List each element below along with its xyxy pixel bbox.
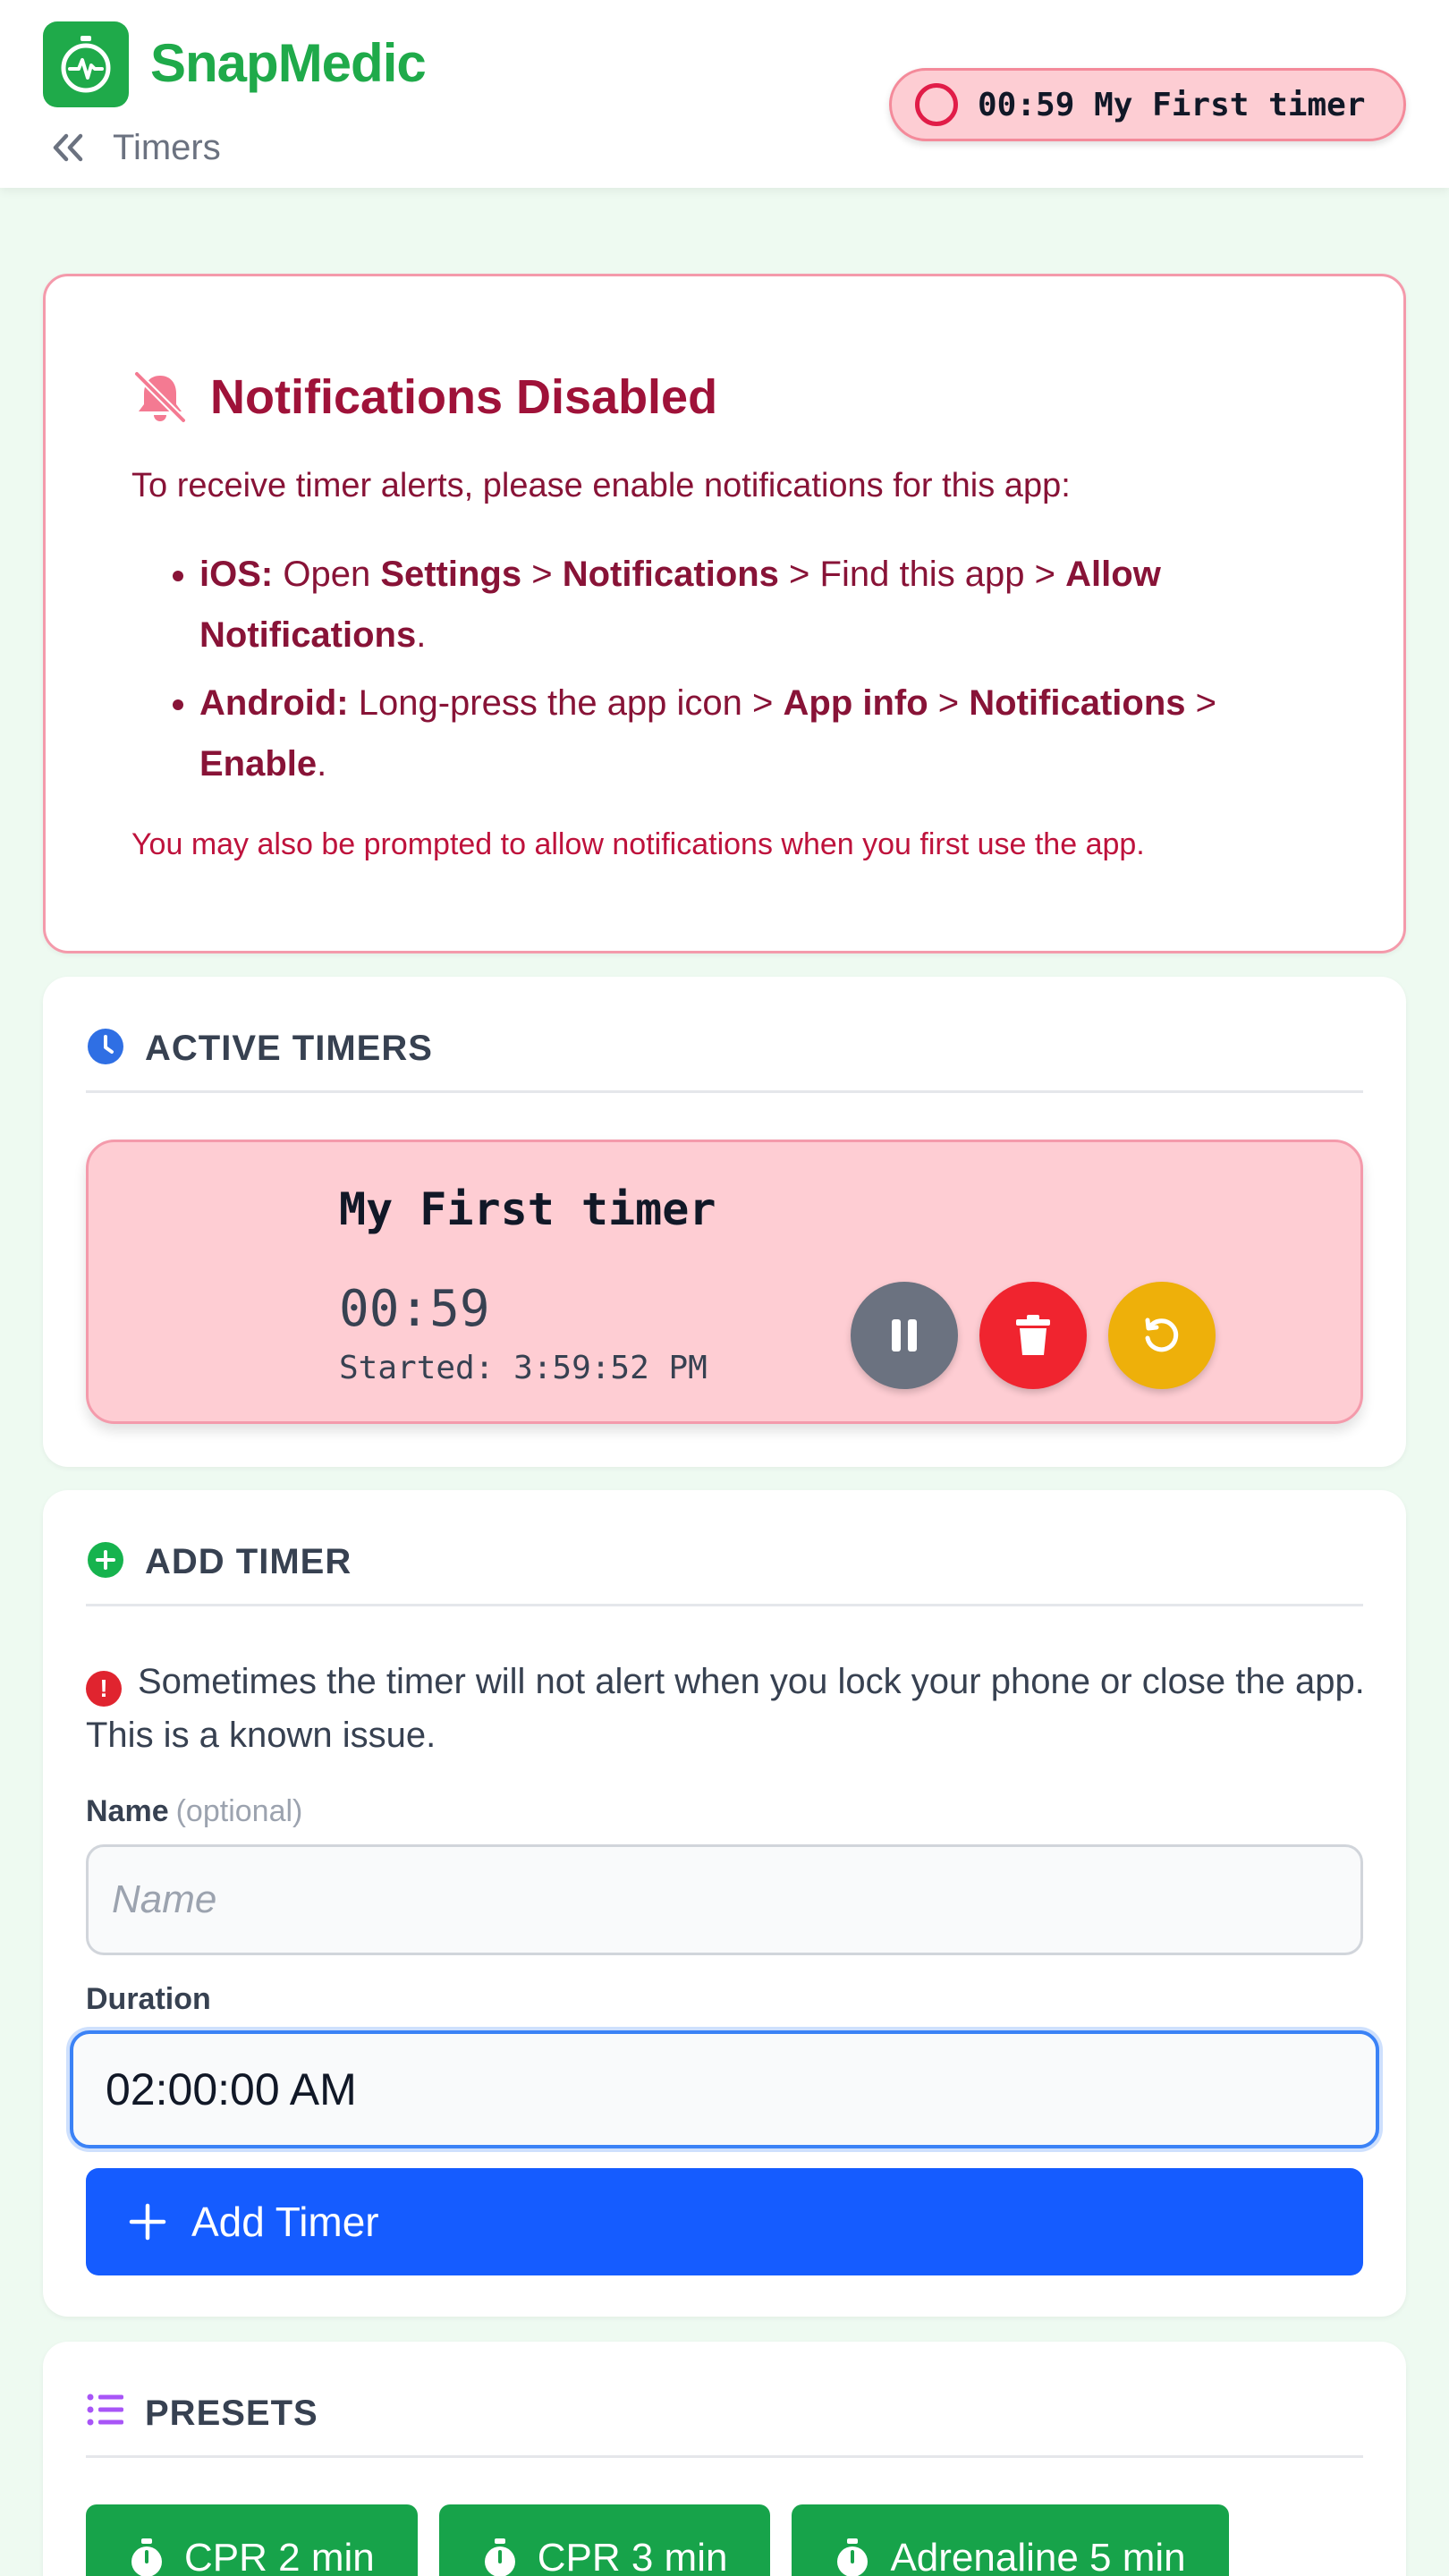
bell-slash-icon [133, 370, 187, 424]
preset-button[interactable]: Adrenaline 5 min [792, 2504, 1229, 2576]
duration-input[interactable]: 02:00:00 AM [70, 2030, 1379, 2148]
stopwatch-icon [484, 2538, 515, 2576]
alert-note: You may also be prompted to allow notifi… [131, 827, 1145, 861]
back-link[interactable]: Timers [50, 125, 221, 170]
back-link-label: Timers [113, 127, 221, 167]
trash-icon [1016, 1315, 1050, 1355]
name-label: Name (optional) [86, 1794, 303, 1828]
stopwatch-heartbeat-icon [61, 36, 111, 93]
alert-title: Notifications Disabled [210, 370, 718, 424]
plus-icon [129, 2203, 166, 2241]
plus-circle-icon [88, 1542, 123, 1578]
active-timers-header: ACTIVE TIMERS [86, 1027, 1363, 1093]
known-issue-warning: ! Sometimes the timer will not alert when… [86, 1655, 1374, 1762]
pill-name: My First timer [1094, 86, 1366, 123]
section-title: ACTIVE TIMERS [145, 1029, 433, 1068]
add-timer-section: ADD TIMER ! Sometimes the timer will not … [43, 1490, 1406, 2317]
app-name: SnapMedic [150, 33, 427, 93]
clock-icon [88, 1029, 123, 1064]
warning-text: Sometimes the timer will not alert when … [86, 1662, 1365, 1755]
exclamation-circle-icon: ! [86, 1671, 122, 1707]
preset-button[interactable]: CPR 3 min [438, 2504, 771, 2576]
list-icon [87, 2394, 123, 2426]
timer-started: Started: 3:59:52 PM [339, 1350, 708, 1386]
section-title: PRESETS [145, 2394, 318, 2433]
app-logo[interactable] [43, 21, 129, 107]
running-timer-pill[interactable]: 00:59 My First timer [889, 68, 1406, 141]
pause-icon [892, 1319, 917, 1352]
stopwatch-icon [131, 2538, 162, 2576]
alert-intro: To receive timer alerts, please enable n… [131, 467, 1071, 504]
double-chevron-left-icon [53, 133, 83, 162]
reset-icon [1145, 1318, 1179, 1352]
alert-heading: Notifications Disabled [131, 369, 717, 425]
active-timer-card: My First timer 00:59 Started: 3:59:52 PM [86, 1140, 1363, 1424]
android-instructions: Android: Long-press the app icon > App i… [199, 673, 1348, 794]
pause-button[interactable] [851, 1282, 958, 1389]
add-timer-button[interactable]: Add Timer [86, 2168, 1363, 2275]
timer-remaining: 00:59 [339, 1280, 490, 1338]
presets-header: PRESETS [86, 2392, 1363, 2458]
timer-progress-ring-icon [915, 83, 958, 126]
notifications-disabled-alert: Notifications Disabled To receive timer … [43, 274, 1406, 953]
preset-label: CPR 3 min [537, 2536, 728, 2576]
section-title: ADD TIMER [145, 1542, 352, 1581]
ios-instructions: iOS: Open Settings > Notifications > Fin… [199, 544, 1348, 665]
preset-button[interactable]: CPR 2 min [86, 2504, 418, 2576]
active-timers-section: ACTIVE TIMERS My First timer 00:59 Start… [43, 977, 1406, 1467]
app-header: SnapMedic Timers 00:59 My First timer [0, 0, 1449, 188]
preset-list: CPR 2 min CPR 3 min Adrenaline 5 min [86, 2504, 1229, 2576]
pill-time: 00:59 [978, 86, 1075, 123]
presets-section: PRESETS CPR 2 min CPR 3 min Adrenaline 5… [43, 2342, 1406, 2576]
instructions-list: iOS: Open Settings > Notifications > Fin… [131, 544, 1348, 794]
name-input[interactable] [86, 1844, 1363, 1955]
optional-hint: (optional) [175, 1794, 303, 1828]
add-timer-button-label: Add Timer [191, 2199, 379, 2245]
preset-label: CPR 2 min [184, 2536, 375, 2576]
timer-name: My First timer [339, 1183, 716, 1235]
reset-button[interactable] [1108, 1282, 1216, 1389]
delete-button[interactable] [979, 1282, 1087, 1389]
stopwatch-icon [837, 2538, 869, 2576]
preset-label: Adrenaline 5 min [890, 2536, 1186, 2576]
add-timer-header: ADD TIMER [86, 1540, 1363, 1606]
duration-label: Duration [86, 1982, 211, 2016]
